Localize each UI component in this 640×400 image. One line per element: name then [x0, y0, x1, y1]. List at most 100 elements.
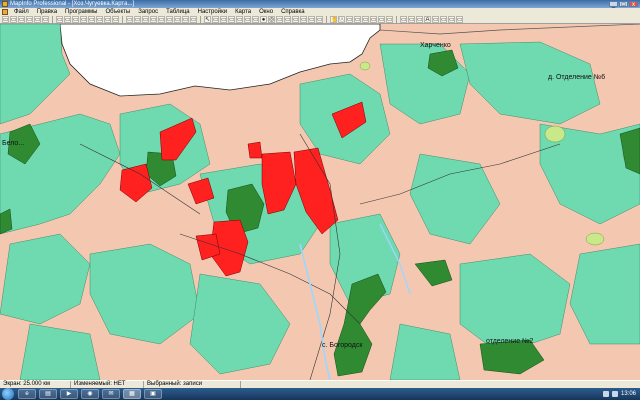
volume-icon[interactable]	[611, 391, 618, 397]
toolbar-button-40[interactable]: ▭	[316, 16, 323, 23]
taskbar-app-other[interactable]: ▣	[144, 389, 162, 399]
toolbar-button-4[interactable]: ▭	[34, 16, 41, 23]
close-button[interactable]: x	[629, 1, 638, 8]
toolbar-button-18[interactable]: ▭	[142, 16, 149, 23]
taskbar-app-explorer[interactable]: ▤	[39, 389, 57, 399]
menu-table[interactable]: Таблица	[162, 8, 194, 16]
menu-file[interactable]: Файл	[10, 8, 33, 16]
toolbar-button-20[interactable]: ▭	[158, 16, 165, 23]
toolbar-button-52[interactable]: ▭	[408, 16, 415, 23]
toolbar-button-2[interactable]: ▭	[18, 16, 25, 23]
menu-window[interactable]: Окно	[255, 8, 277, 16]
toolbar-separator	[122, 16, 124, 23]
label-village-bottom: с. Богородск	[322, 342, 363, 349]
toolbar-button-58[interactable]: ▭	[456, 16, 463, 23]
toolbar-button-46[interactable]: ▭	[362, 16, 369, 23]
toolbar-button-56[interactable]: ▭	[440, 16, 447, 23]
menu-bar: Файл Правка Программы Объекты Запрос Таб…	[0, 8, 640, 16]
toolbar-button-37[interactable]: ▭	[292, 16, 299, 23]
toolbar-button-51[interactable]: ▭	[400, 16, 407, 23]
toolbar-separator	[326, 16, 328, 23]
toolbar-button-24[interactable]: ▭	[190, 16, 197, 23]
toolbar-button-36[interactable]: ▭	[284, 16, 291, 23]
toolbar-button-21[interactable]: ▭	[166, 16, 173, 23]
status-bar: Экран: 25.000 км Изменяемый: НЕТ Выбранн…	[0, 380, 640, 388]
taskbar-app-media[interactable]: ▶	[60, 389, 78, 399]
taskbar: e ▤ ▶ ◉ ✉ ▦ ▣ 13:06	[0, 388, 640, 400]
toolbar-button-39[interactable]: ▭	[308, 16, 315, 23]
menu-programs[interactable]: Программы	[61, 8, 101, 16]
network-icon[interactable]	[602, 391, 609, 397]
toolbar-button-55[interactable]: ▭	[432, 16, 439, 23]
menu-map[interactable]: Карта	[231, 8, 255, 16]
menu-help[interactable]: Справка	[277, 8, 309, 16]
toolbar-button-22[interactable]: ▭	[174, 16, 181, 23]
window-controls: _ □ x	[609, 1, 638, 8]
taskbar-app-mail[interactable]: ✉	[102, 389, 120, 399]
toolbar-button-26[interactable]: ↖	[204, 16, 211, 23]
toolbar-button-0[interactable]: ▭	[2, 16, 9, 23]
toolbar-button-7[interactable]: ▭	[56, 16, 63, 23]
toolbar-button-1[interactable]: ▭	[10, 16, 17, 23]
toolbar-button-3[interactable]: ▭	[26, 16, 33, 23]
toolbar-button-8[interactable]: ▭	[64, 16, 71, 23]
title-bar: MapInfo Professional - [Хоз.Чугуевка.Кар…	[0, 0, 640, 8]
status-editable-layer: Изменяемый: НЕТ	[71, 381, 144, 388]
label-otdelenie-6: д. Отделение №6	[548, 74, 606, 81]
toolbar-button-23[interactable]: ▭	[182, 16, 189, 23]
toolbar-button-28[interactable]: ▭	[220, 16, 227, 23]
map-canvas[interactable]	[0, 24, 640, 380]
toolbar-button-16[interactable]: ▭	[126, 16, 133, 23]
label-harchenko: Харченко	[420, 42, 451, 49]
taskbar-app-mapinfo[interactable]: ▦	[123, 389, 141, 399]
toolbar-button-30[interactable]: ▭	[236, 16, 243, 23]
toolbar-separator	[200, 16, 202, 23]
toolbar-button-48[interactable]: ▭	[378, 16, 385, 23]
toolbar-button-45[interactable]: ▭	[354, 16, 361, 23]
toolbar-button-17[interactable]: ▭	[134, 16, 141, 23]
toolbar-button-27[interactable]: ▭	[212, 16, 219, 23]
toolbar-button-31[interactable]: ▭	[244, 16, 251, 23]
toolbar-button-12[interactable]: ▭	[96, 16, 103, 23]
toolbar-button-11[interactable]: ▭	[88, 16, 95, 23]
menu-objects[interactable]: Объекты	[101, 8, 134, 16]
toolbar-button-43[interactable]: ⓘ	[338, 16, 345, 23]
toolbar-button-49[interactable]: ▭	[386, 16, 393, 23]
clock[interactable]: 13:06	[621, 391, 636, 397]
toolbar-button-47[interactable]: ▭	[370, 16, 377, 23]
toolbar-button-44[interactable]: ▭	[346, 16, 353, 23]
toolbar-button-19[interactable]: ▭	[150, 16, 157, 23]
toolbar-button-9[interactable]: ▭	[72, 16, 79, 23]
taskbar-app-browser[interactable]: ◉	[81, 389, 99, 399]
start-button-icon[interactable]	[2, 388, 14, 400]
map-window[interactable]: Харченко д. Отделение №6 отделение №2 с.…	[0, 24, 640, 380]
app-icon	[2, 1, 8, 7]
maximize-button[interactable]: □	[619, 1, 628, 8]
toolbar-button-35[interactable]: ▭	[276, 16, 283, 23]
toolbar-button-57[interactable]: ▭	[448, 16, 455, 23]
toolbar-button-32[interactable]: ▭	[252, 16, 259, 23]
toolbar-button-38[interactable]: ▭	[300, 16, 307, 23]
toolbar-button-10[interactable]: ▭	[80, 16, 87, 23]
menu-query[interactable]: Запрос	[134, 8, 162, 16]
toolbar-button-54[interactable]: A	[424, 16, 431, 23]
menu-options[interactable]: Настройки	[194, 8, 231, 16]
toolbar-button-5[interactable]: ▭	[42, 16, 49, 23]
toolbar: ▭▭▭▭▭▭▭▭▭▭▭▭▭▭▭▭▭▭▭▭▭▭▭↖▭▭▭▭▭▭●◎▭▭▭▭▭▭✋ⓘ…	[0, 16, 640, 24]
toolbar-button-29[interactable]: ▭	[228, 16, 235, 23]
toolbar-button-14[interactable]: ▭	[112, 16, 119, 23]
document-icon[interactable]	[2, 9, 8, 15]
system-tray: 13:06	[602, 391, 636, 397]
toolbar-button-33[interactable]: ●	[260, 16, 267, 23]
toolbar-button-53[interactable]: ▭	[416, 16, 423, 23]
taskbar-app-ie[interactable]: e	[18, 389, 36, 399]
toolbar-button-42[interactable]: ✋	[330, 16, 337, 23]
window-title: MapInfo Professional - [Хоз.Чугуевка.Кар…	[10, 1, 135, 7]
minimize-button[interactable]: _	[609, 1, 618, 8]
status-selected: Выбранный: записи	[144, 381, 241, 388]
toolbar-separator	[52, 16, 54, 23]
toolbar-separator	[396, 16, 398, 23]
menu-edit[interactable]: Правка	[33, 8, 61, 16]
toolbar-button-34[interactable]: ◎	[268, 16, 275, 23]
toolbar-button-13[interactable]: ▭	[104, 16, 111, 23]
